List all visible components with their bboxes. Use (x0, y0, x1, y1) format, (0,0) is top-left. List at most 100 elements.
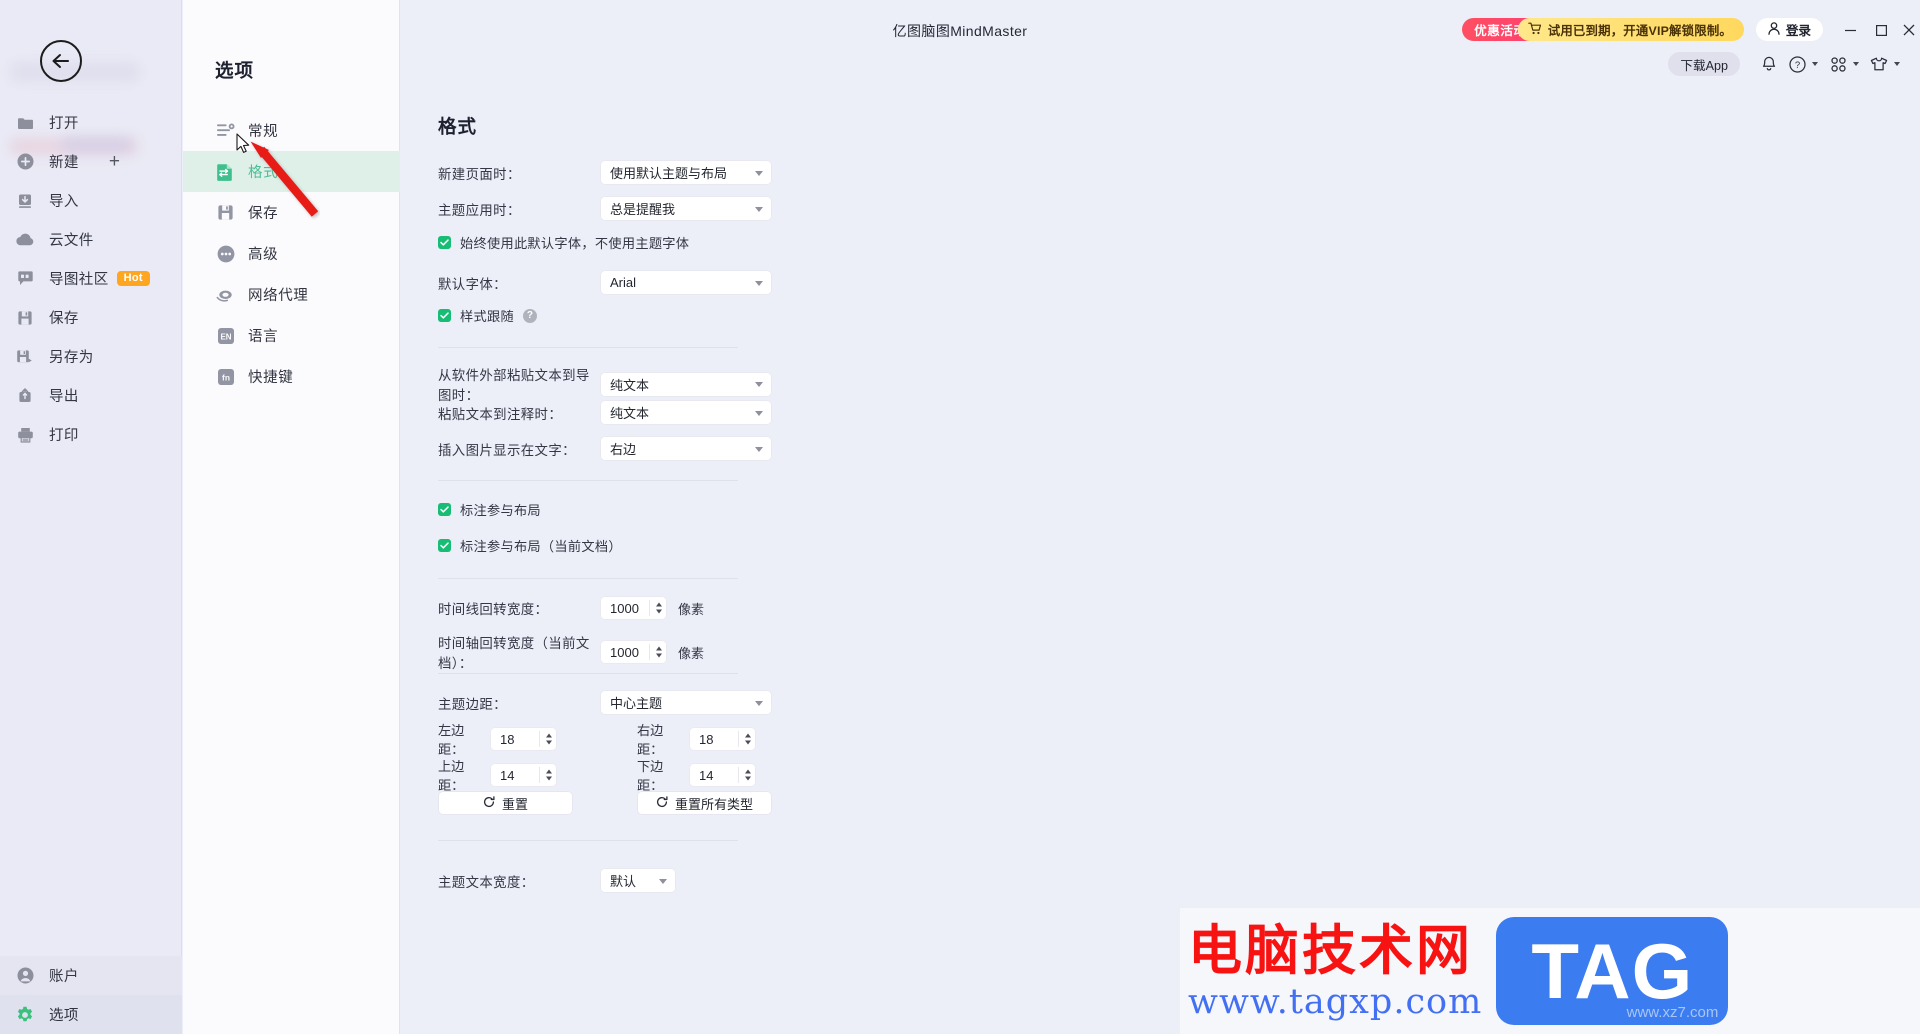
timeline-width-unit: 像素 (678, 601, 705, 617)
margin-bottom-stepper[interactable]: 14 (689, 763, 756, 787)
callout-layout-checkbox[interactable]: 标注参与布局 (438, 500, 541, 519)
help-circle-icon[interactable]: ? (1783, 52, 1811, 76)
timeline-width-stepper[interactable]: 1000 (600, 596, 667, 620)
reset-all-button[interactable]: 重置所有类型 (637, 791, 772, 815)
notification-bell-icon[interactable] (1755, 52, 1783, 76)
callout-layout-doc-checkbox[interactable]: 标注参与布局（当前文档） (438, 536, 622, 555)
reset-button[interactable]: 重置 (438, 791, 573, 815)
hot-badge: Hot (116, 271, 150, 286)
callout-layout-doc-label: 标注参与布局（当前文档） (460, 539, 622, 554)
svg-text:?: ? (1794, 60, 1799, 71)
theme-dropdown-caret-icon[interactable] (1894, 62, 1900, 66)
margin-left-stepper[interactable]: 18 (490, 727, 557, 751)
svg-text:EN: EN (220, 332, 231, 341)
topic-text-width-select[interactable]: 默认 (600, 868, 676, 893)
sidebar-item-open[interactable]: 打开 (0, 103, 182, 142)
paste-external-value: 纯文本 (610, 377, 650, 393)
new-page-select[interactable]: 使用默认主题与布局 (600, 160, 772, 185)
topic-text-width-value: 默认 (610, 874, 637, 889)
default-font-select[interactable]: Arial (600, 270, 772, 295)
margin-top-stepper[interactable]: 14 (490, 763, 557, 787)
stepper-arrows-icon[interactable] (546, 769, 552, 781)
topic-margin-select[interactable]: 中心主题 (600, 690, 772, 715)
vip-upgrade-banner[interactable]: 试用已到期，开通VIP解锁限制。 (1517, 18, 1744, 41)
theme-apply-select[interactable]: 总是提醒我 (600, 196, 772, 221)
topic-margin-label: 主题边距： (438, 696, 507, 712)
vip-banner-label: 试用已到期，开通VIP解锁限制。 (1547, 23, 1732, 38)
sidebar-item-new[interactable]: 新建 + (0, 142, 182, 181)
help-icon[interactable]: ? (522, 308, 537, 323)
options-item-advanced[interactable]: 高级 (183, 233, 400, 274)
options-item-label: 网络代理 (248, 288, 309, 304)
options-item-label: 保存 (248, 206, 279, 222)
options-item-label: 快捷键 (248, 370, 294, 386)
cart-icon (1527, 22, 1542, 38)
chevron-down-icon (755, 410, 763, 416)
advanced-dots-icon (215, 243, 236, 264)
options-item-save[interactable]: 保存 (183, 192, 400, 233)
sidebar-item-community[interactable]: 导图社区 Hot (0, 259, 182, 298)
stepper-arrows-icon[interactable] (546, 733, 552, 745)
stepper-arrows-icon[interactable] (745, 769, 751, 781)
paste-external-select[interactable]: 纯文本 (600, 371, 772, 397)
margin-bottom-value: 14 (699, 767, 714, 783)
apps-dropdown-caret-icon[interactable] (1853, 62, 1859, 66)
sidebar-item-import[interactable]: 导入 (0, 181, 182, 220)
left-sidebar: 打开 新建 + 导入 云文件 导图社区 Hot 保存 另存为 导出 打印 账户 … (0, 0, 182, 1034)
plus-circle-icon (14, 151, 36, 173)
minimize-button[interactable] (1838, 18, 1862, 42)
options-nav-list: 常规 格式 保存 高级 网络代理 EN 语言 fn 快捷键 (183, 110, 400, 397)
stepper-arrows-icon[interactable] (656, 646, 662, 658)
margin-right-stepper[interactable]: 18 (689, 727, 756, 751)
sidebar-item-label: 另存为 (49, 350, 94, 366)
paste-note-select[interactable]: 纯文本 (600, 400, 772, 425)
import-icon (14, 190, 36, 212)
stepper-arrows-icon[interactable] (656, 602, 662, 614)
style-follow-checkbox[interactable]: 样式跟随 ? (438, 306, 537, 325)
sidebar-item-cloud-files[interactable]: 云文件 (0, 220, 182, 259)
default-font-value: Arial (610, 275, 637, 290)
image-position-value: 右边 (610, 442, 637, 457)
sidebar-item-print[interactable]: 打印 (0, 415, 182, 454)
stepper-arrows-icon[interactable] (745, 733, 751, 745)
chevron-down-icon (755, 206, 763, 212)
close-button[interactable] (1897, 18, 1920, 42)
options-item-general[interactable]: 常规 (183, 110, 400, 151)
apps-grid-icon[interactable] (1824, 52, 1852, 76)
login-button[interactable]: 登录 (1755, 18, 1823, 41)
download-app-label: 下载App (1680, 58, 1728, 73)
row-topic-text-width: 主题文本宽度： 默认 (438, 868, 676, 893)
always-default-font-checkbox[interactable]: 始终使用此默认字体，不使用主题字体 (438, 233, 689, 252)
sidebar-item-export[interactable]: 导出 (0, 376, 182, 415)
folder-icon (14, 112, 36, 134)
sidebar-item-save-as[interactable]: 另存为 (0, 337, 182, 376)
options-item-shortcuts[interactable]: fn 快捷键 (183, 356, 400, 397)
theme-shirt-icon[interactable] (1865, 52, 1893, 76)
back-button[interactable] (40, 40, 82, 82)
community-icon (14, 268, 36, 290)
format-settings-content: 格式 新建页面时： 使用默认主题与布局 主题应用时： 总是提醒我 始终使用此默认… (400, 0, 1920, 1034)
timeaxis-width-stepper[interactable]: 1000 (600, 640, 667, 664)
chevron-down-icon (755, 700, 763, 706)
maximize-button[interactable] (1869, 18, 1893, 42)
sidebar-item-account[interactable]: 账户 (0, 956, 182, 995)
chevron-down-icon (659, 878, 667, 884)
callout-layout-label: 标注参与布局 (460, 503, 541, 518)
download-app-button[interactable]: 下载App (1668, 52, 1740, 76)
help-dropdown-caret-icon[interactable] (1812, 62, 1818, 66)
row-default-font: 默认字体： Arial (438, 270, 772, 295)
options-item-network-proxy[interactable]: 网络代理 (183, 274, 400, 315)
export-icon (14, 385, 36, 407)
chevron-down-icon (755, 446, 763, 452)
image-position-select[interactable]: 右边 (600, 436, 772, 461)
reset-label: 重置 (501, 796, 528, 812)
divider-1 (438, 347, 738, 348)
margin-bottom-label: 下边距： (637, 759, 664, 793)
add-new-icon[interactable]: + (109, 151, 120, 173)
options-item-language[interactable]: EN 语言 (183, 315, 400, 356)
sidebar-item-label: 新建 (49, 155, 79, 171)
options-item-format[interactable]: 格式 (183, 151, 400, 192)
row-paste-external: 从软件外部粘贴文本到导图时： 纯文本 (438, 364, 772, 404)
sidebar-item-save[interactable]: 保存 (0, 298, 182, 337)
sidebar-item-options[interactable]: 选项 (0, 995, 182, 1034)
